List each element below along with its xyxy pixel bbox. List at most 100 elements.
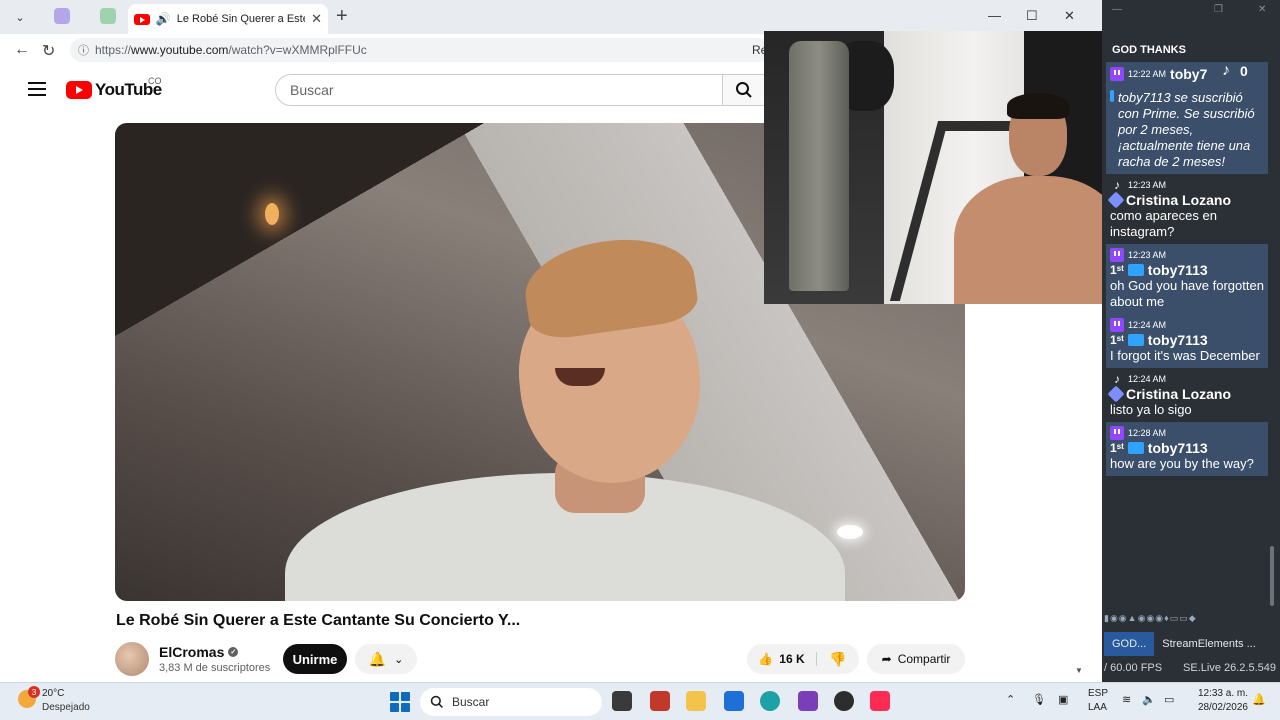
site-info-icon[interactable]: ⓘ	[78, 42, 89, 58]
twitch-icon	[1110, 426, 1124, 440]
crown-badge-icon	[1110, 90, 1115, 102]
region-indicator[interactable]: LAA	[1088, 702, 1107, 713]
tab-strip: ⌄ 🔊 Le Robé Sin Querer a Este Cantante S…	[0, 0, 1102, 34]
notifications-icon[interactable]: 🔔	[1252, 693, 1266, 706]
minimize-button[interactable]: —	[988, 8, 1001, 23]
bell-icon: 🔔	[368, 650, 387, 667]
tab-list-dropdown[interactable]: ⌄	[8, 6, 32, 28]
clock-date: 28/02/2026	[1197, 702, 1248, 713]
search-bar	[275, 74, 765, 106]
thumbs-down-icon: 👎	[829, 650, 847, 667]
tab-streamelements[interactable]: StreamElements ...	[1154, 632, 1264, 656]
search-icon	[430, 695, 443, 708]
url-prefix: https://	[95, 43, 132, 57]
battery-icon[interactable]: ▭	[1164, 693, 1174, 706]
chat-timestamp: 12:24 AM	[1128, 374, 1167, 384]
chat-user-row: 1ˢᵗ toby7113	[1110, 332, 1266, 348]
chat-user-row: Cristina Lozano	[1107, 385, 1266, 403]
tab-youtube-video[interactable]: 🔊 Le Robé Sin Querer a Este Cantante Su …	[128, 4, 328, 34]
chat-scrollbar[interactable]	[1270, 546, 1274, 606]
edge-browser-icon[interactable]	[760, 691, 780, 711]
speaker-icon[interactable]: 🔊	[156, 12, 171, 26]
chat-message-text: listo ya lo sigo	[1110, 402, 1192, 417]
subscriber-count: 3,83 M de suscriptores	[159, 662, 271, 674]
crown-badge-icon	[1127, 264, 1144, 276]
close-window-button[interactable]: ✕	[1064, 8, 1075, 24]
chat-user-row: Cristina Lozano	[1107, 191, 1266, 209]
sidebar-close-icon[interactable]: ✕	[1258, 4, 1266, 15]
taskbar-search-label: Buscar	[452, 695, 490, 709]
video-frame-lamp	[265, 203, 279, 225]
start-button[interactable]	[390, 692, 410, 712]
sidebar-status: / 60.00 FPS SE.Live 26.2.5.549	[1104, 662, 1278, 674]
chat-message-meta: 12:28 AM	[1110, 426, 1266, 440]
first-sub-badge-icon: 1ˢᵗ	[1110, 263, 1124, 277]
webcam-towel	[789, 41, 849, 291]
tray-overflow-icon[interactable]: ⌃	[1006, 693, 1015, 706]
chat-message-list[interactable]: 12:22 AM toby7 toby7113 se suscribió con P…	[1106, 62, 1268, 630]
tiktok-app-icon[interactable]	[870, 691, 890, 711]
menu-icon[interactable]	[28, 82, 46, 96]
chat-user-row: toby7113 se suscribió con Prime. Se susc…	[1110, 90, 1266, 170]
obs-icon[interactable]	[834, 691, 854, 711]
diamond-badge-icon	[1107, 385, 1125, 403]
weather-description[interactable]: Despejado	[42, 702, 90, 713]
share-button[interactable]: ➦ Compartir	[867, 644, 965, 674]
maximize-button[interactable]: ☐	[1026, 8, 1038, 24]
join-button[interactable]: Unirme	[283, 644, 347, 674]
chat-username[interactable]: Cristina Lozano	[1126, 192, 1231, 208]
search-input[interactable]	[275, 74, 723, 106]
language-indicator[interactable]: ESP	[1088, 688, 1108, 699]
sidebar-restore-icon[interactable]: ❐	[1214, 4, 1223, 15]
like-button[interactable]: 👍 16 K	[747, 652, 817, 666]
chat-message-text: how are you by the way?	[1110, 456, 1254, 471]
close-tab-icon[interactable]: ✕	[311, 11, 322, 27]
pinned-tab-camera[interactable]	[54, 8, 70, 24]
youtube-favicon-icon	[134, 13, 150, 25]
tiktok-counter-value: 0	[1240, 63, 1248, 79]
channel-name-row[interactable]: ElCromas ✓	[159, 644, 239, 660]
tray-app-icon[interactable]: ▣	[1058, 693, 1068, 706]
chat-message: ♪ 12:23 AM Cristina Lozano como apareces en…	[1106, 174, 1268, 244]
like-count: 16 K	[779, 652, 805, 666]
notifications-button[interactable]: 🔔 ⌄	[355, 644, 417, 674]
volume-icon[interactable]: 🔈	[1142, 693, 1156, 706]
dislike-button[interactable]: 👎	[817, 651, 859, 668]
chat-username[interactable]: toby7113	[1148, 262, 1208, 278]
weather-temperature[interactable]: 20°C	[42, 688, 64, 699]
se-version: SE.Live 26.2.5.549	[1183, 662, 1276, 674]
microphone-icon[interactable]: 🎙	[1032, 693, 1046, 706]
url-field[interactable]: ⓘ https://www.youtube.com/watch?v=wXMMRp…	[70, 38, 770, 62]
fps-readout: / 60.00 FPS	[1104, 662, 1163, 674]
file-explorer-icon[interactable]	[686, 691, 706, 711]
chat-message-meta: 12:24 AM	[1110, 318, 1266, 332]
reload-icon[interactable]: ↻	[42, 41, 55, 61]
app-studio-icon[interactable]	[798, 691, 818, 711]
sidebar-minimize-icon[interactable]: —	[1112, 4, 1122, 15]
app-shield-icon[interactable]	[650, 691, 670, 711]
chat-user-row: 1ˢᵗ toby7113	[1110, 262, 1266, 278]
chat-username[interactable]: toby7113	[1148, 440, 1208, 456]
tab-god[interactable]: GOD...	[1104, 632, 1155, 656]
chat-username[interactable]: Cristina Lozano	[1126, 386, 1231, 402]
taskbar-search[interactable]: Buscar	[420, 688, 602, 716]
task-view-icon[interactable]	[612, 691, 632, 711]
channel-name[interactable]: ElCromas	[159, 644, 224, 660]
back-arrow-icon[interactable]: ←	[14, 41, 30, 59]
scroll-down-arrow-icon[interactable]: ▼	[1075, 666, 1083, 675]
store-icon[interactable]	[724, 691, 744, 711]
chat-message: 12:24 AM 1ˢᵗ toby7113 I forgot it's was Dec…	[1106, 314, 1268, 368]
chat-username[interactable]: toby7	[1170, 66, 1207, 82]
new-tab-button[interactable]: +	[336, 6, 348, 26]
share-label: Compartir	[897, 652, 951, 666]
chat-username[interactable]: toby7113	[1148, 332, 1208, 348]
channel-avatar[interactable]	[115, 642, 149, 676]
clock[interactable]: 12:33 a. m. 28/02/2026	[1188, 687, 1248, 715]
crown-badge-icon	[1127, 442, 1144, 454]
thumbs-up-icon: 👍	[758, 652, 774, 666]
wifi-icon[interactable]: ≋	[1122, 693, 1131, 706]
chat-message: toby7113 se suscribió con Prime. Se susc…	[1106, 86, 1268, 174]
share-icon: ➦	[881, 652, 892, 666]
search-button[interactable]	[723, 74, 765, 106]
pinned-tab-other[interactable]	[100, 8, 116, 24]
